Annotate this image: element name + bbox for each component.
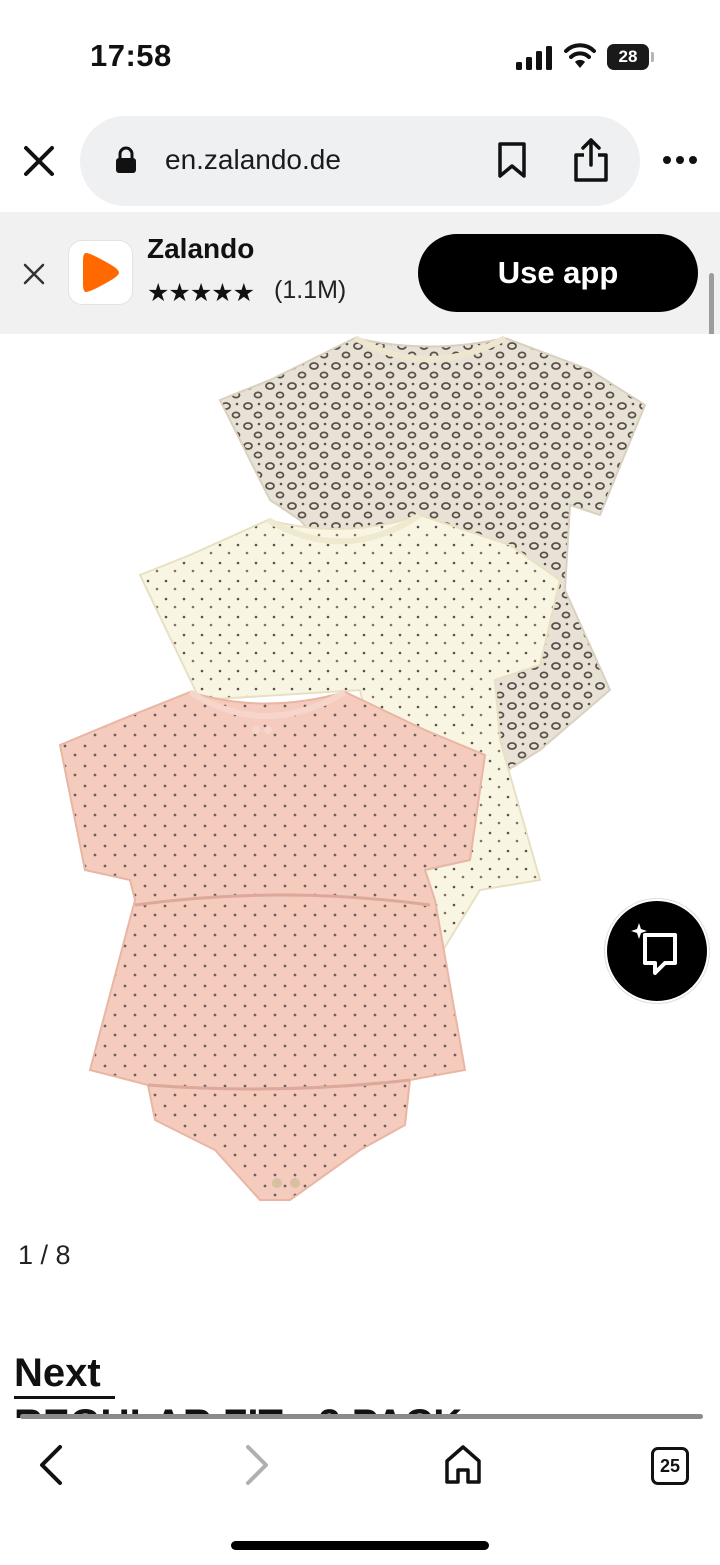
battery-level: 28: [607, 44, 649, 70]
close-icon[interactable]: [20, 142, 58, 180]
status-time: 17:58: [90, 38, 172, 73]
wifi-icon: [564, 43, 596, 68]
address-bar[interactable]: [80, 116, 640, 206]
rating-count: (1.1M): [274, 276, 347, 304]
back-icon[interactable]: [36, 1443, 66, 1487]
banner-close-icon[interactable]: [22, 262, 46, 286]
tabs-button[interactable]: 25: [651, 1447, 689, 1485]
more-icon[interactable]: [662, 155, 698, 165]
page-scroll-indicator: [20, 1414, 703, 1419]
rating-stars: ★★★★★: [147, 279, 255, 307]
gallery-counter: 1 / 8: [18, 1240, 71, 1270]
visual-search-button[interactable]: [605, 899, 709, 1003]
zalando-logo: [69, 241, 132, 304]
forward-icon[interactable]: [242, 1443, 272, 1487]
cellular-signal-icon: [516, 46, 552, 70]
battery-icon: 28: [607, 44, 655, 70]
bookmark-icon[interactable]: [496, 141, 528, 179]
home-icon[interactable]: [443, 1443, 483, 1485]
product-image[interactable]: [0, 334, 720, 1234]
product-brand-link[interactable]: Next: [14, 1351, 101, 1396]
lock-icon: [116, 146, 136, 173]
url-text[interactable]: en.zalando.de: [165, 144, 341, 176]
use-app-button[interactable]: Use app: [418, 234, 698, 312]
app-name: Zalando: [147, 233, 255, 264]
brand-underline: [14, 1396, 115, 1399]
crop-search-icon: [631, 923, 677, 975]
home-indicator: [231, 1541, 489, 1550]
share-icon[interactable]: [572, 137, 610, 183]
